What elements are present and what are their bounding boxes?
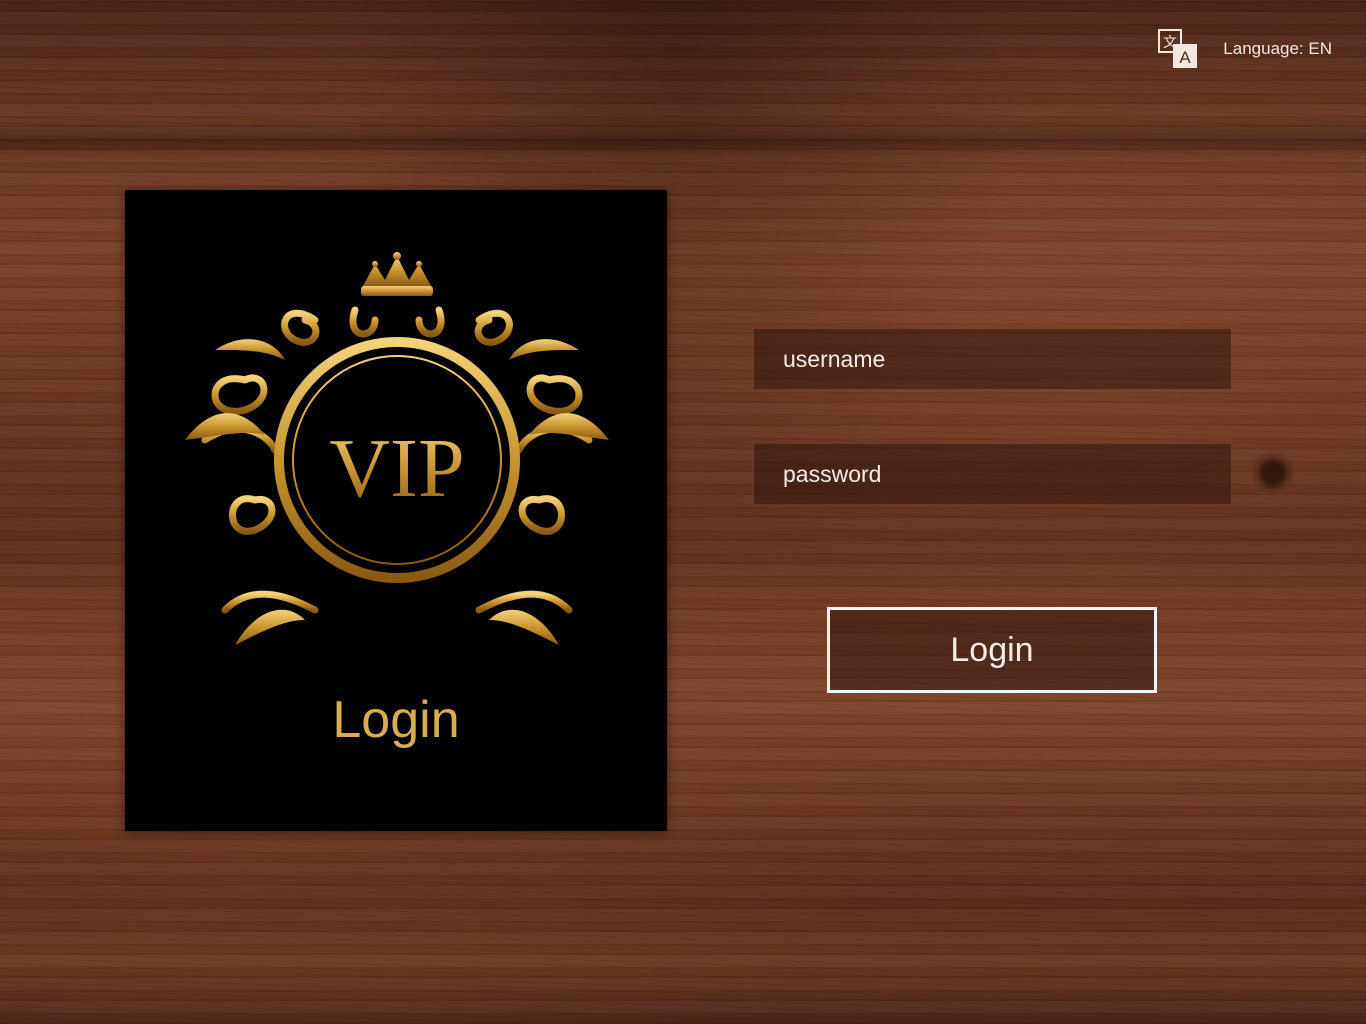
- password-field[interactable]: [754, 444, 1231, 504]
- vip-text: VIP: [329, 422, 464, 515]
- wood-knot: [1250, 450, 1296, 496]
- vip-card: VIP Login: [125, 190, 667, 831]
- svg-text:A: A: [1180, 48, 1192, 67]
- language-label[interactable]: Language: EN: [1223, 39, 1332, 59]
- language-selector[interactable]: 文 A Language: EN: [1157, 28, 1332, 70]
- login-button[interactable]: Login: [827, 607, 1157, 693]
- password-input[interactable]: [754, 444, 1231, 504]
- vip-crest-emblem: VIP: [185, 252, 609, 645]
- username-input[interactable]: [754, 329, 1231, 389]
- username-field[interactable]: [754, 329, 1231, 389]
- card-title: Login: [332, 691, 460, 749]
- translate-icon[interactable]: 文 A: [1157, 28, 1199, 70]
